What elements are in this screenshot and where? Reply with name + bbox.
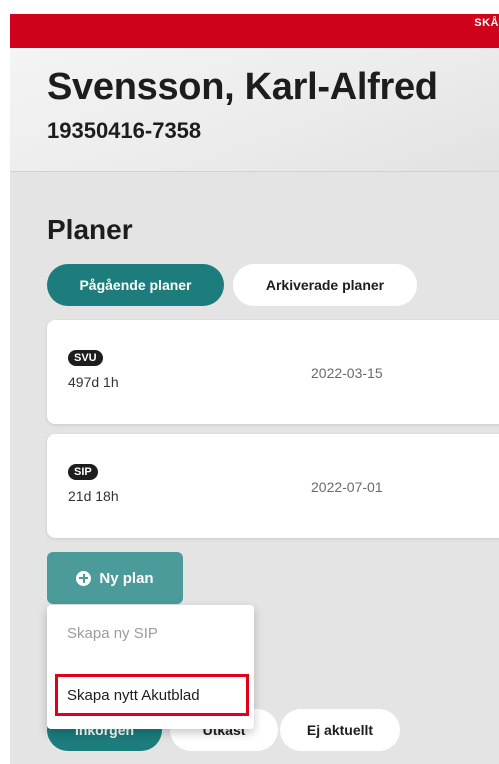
app-frame: SKÅ Svensson, Karl-Alfred 19350416-7358 … xyxy=(10,14,499,764)
menu-item-create-sip[interactable]: Skapa ny SIP xyxy=(47,605,254,661)
plan-type-badge: SVU xyxy=(68,350,103,366)
plan-type-badge: SIP xyxy=(68,464,98,480)
new-plan-label: Ny plan xyxy=(99,569,154,587)
plan-card[interactable]: SVU 497d 1h 2022-03-15 xyxy=(47,320,499,424)
plan-card[interactable]: SIP 21d 18h 2022-07-01 xyxy=(47,434,499,538)
patient-id: 19350416-7358 xyxy=(47,118,202,143)
section-title: Planer xyxy=(47,214,133,245)
plan-duration: 497d 1h xyxy=(68,374,119,390)
new-plan-button[interactable]: Ny plan xyxy=(47,552,183,604)
brand-logo: SKÅ xyxy=(474,17,499,29)
patient-name: Svensson, Karl-Alfred xyxy=(47,66,438,108)
top-bar: SKÅ xyxy=(10,14,499,48)
new-plan-dropdown: Skapa ny SIP Skapa nytt Akutblad xyxy=(47,605,254,729)
filter-not-current[interactable]: Ej aktuellt xyxy=(280,709,400,751)
plan-date: 2022-03-15 xyxy=(311,365,383,381)
plan-date: 2022-07-01 xyxy=(311,479,383,495)
patient-header: Svensson, Karl-Alfred 19350416-7358 xyxy=(10,48,499,172)
tab-archived-plans[interactable]: Arkiverade planer xyxy=(233,264,417,306)
tab-ongoing-plans[interactable]: Pågående planer xyxy=(47,264,224,306)
plus-circle-icon xyxy=(76,570,92,586)
highlight-box xyxy=(55,674,249,716)
plan-duration: 21d 18h xyxy=(68,488,119,504)
